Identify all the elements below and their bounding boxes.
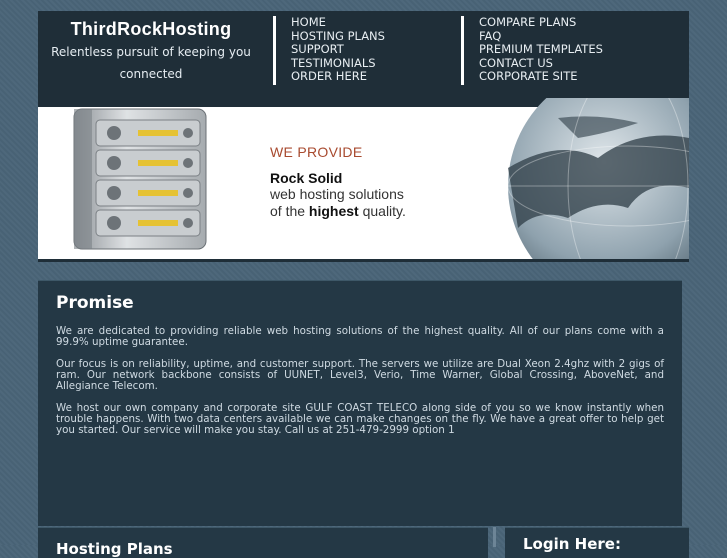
nav-link-home[interactable]: HOME xyxy=(291,15,385,30)
promise-heading: Promise xyxy=(56,293,134,313)
nav-link-support[interactable]: SUPPORT xyxy=(291,43,385,57)
panel-divider xyxy=(493,527,496,547)
promise-paragraph-2: Our focus is on reliability, uptime, and… xyxy=(56,358,664,392)
promise-paragraph-3: We host our own company and corporate si… xyxy=(56,402,664,436)
hosting-plans-panel: Hosting Plans xyxy=(38,527,488,558)
banner-rock-solid: Rock Solid xyxy=(270,170,343,186)
brand: ThirdRockHosting Relentless pursuit of k… xyxy=(38,11,264,85)
server-rack-icon xyxy=(73,108,207,250)
login-panel: Login Here: xyxy=(505,527,689,558)
nav-link-hosting-plans[interactable]: HOSTING PLANS xyxy=(291,29,385,44)
banner-line2-post: quality. xyxy=(358,203,406,219)
nav-link-faq[interactable]: FAQ xyxy=(479,29,603,44)
promise-body: We are dedicated to providing reliable w… xyxy=(56,326,664,447)
nav-link-testimonials[interactable]: TESTIMONIALS xyxy=(291,56,385,71)
globe-icon xyxy=(507,98,689,259)
banner-line2: of the highest quality. xyxy=(270,203,406,220)
banner-line2-bold: highest xyxy=(308,203,359,219)
login-heading: Login Here: xyxy=(523,535,621,553)
nav-link-premium-templates[interactable]: PREMIUM TEMPLATES xyxy=(479,43,603,57)
banner-line2-pre: of the xyxy=(270,203,309,219)
promise-section: Promise We are dedicated to providing re… xyxy=(38,280,682,526)
promise-paragraph-1: We are dedicated to providing reliable w… xyxy=(56,325,664,348)
banner-we-provide: WE PROVIDE xyxy=(270,144,363,160)
nav-link-compare-plans[interactable]: COMPARE PLANS xyxy=(479,15,603,30)
nav-link-corporate-site[interactable]: CORPORATE SITE xyxy=(479,70,603,84)
site-header: ThirdRockHosting Relentless pursuit of k… xyxy=(38,11,689,98)
hero-banner: WE PROVIDE Rock Solid web hosting soluti… xyxy=(38,98,689,262)
banner-line1: web hosting solutions xyxy=(270,186,404,202)
hosting-plans-heading: Hosting Plans xyxy=(56,540,173,558)
nav-column-secondary: COMPARE PLANS FAQ PREMIUM TEMPLATES CONT… xyxy=(461,15,603,85)
site-logo-text[interactable]: ThirdRockHosting xyxy=(38,19,264,40)
nav-column-primary: HOME HOSTING PLANS SUPPORT TESTIMONIALS … xyxy=(273,15,385,85)
banner-text: WE PROVIDE Rock Solid web hosting soluti… xyxy=(270,144,406,220)
nav-link-contact-us[interactable]: CONTACT US xyxy=(479,56,603,71)
site-tagline: Relentless pursuit of keeping you connec… xyxy=(51,45,251,81)
nav-link-order-here[interactable]: ORDER HERE xyxy=(291,70,385,84)
